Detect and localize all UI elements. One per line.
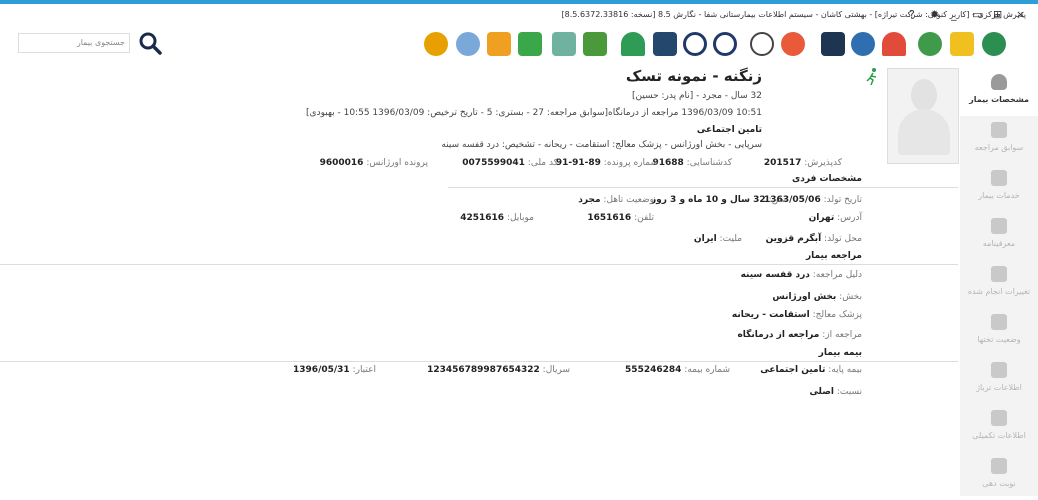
sidebar-item-patient-info[interactable]: مشخصات بیمار — [960, 64, 1038, 116]
sidebar-item-label: وضعیت تختها — [977, 335, 1021, 344]
file-number: شماره پرونده: 89-91-91 — [555, 158, 658, 168]
close-button[interactable]: × — [1016, 8, 1025, 21]
shield-icon — [991, 218, 1007, 234]
sidebar-item-changes[interactable]: تغییرات انجام شده — [960, 256, 1038, 308]
nationality: ملیت: ایران — [693, 234, 742, 244]
add-user-icon[interactable] — [982, 32, 1006, 56]
insurance-relation: نسبت: اصلی — [809, 387, 862, 397]
toolbar: جستجوی بیمار — [0, 26, 1038, 62]
link-icon[interactable] — [851, 32, 875, 56]
sidebar-item-label: خدمات بیمار — [978, 191, 1020, 200]
book-icon — [991, 122, 1007, 138]
reception-id: کدپذیرش: 201517 — [763, 158, 842, 168]
edit-icon — [991, 410, 1007, 426]
avatar-body — [898, 109, 950, 155]
ambulance-icon[interactable] — [882, 32, 906, 56]
ward-line: سرپایی - بخش اورژانس - پزشک معالج: استقا… — [441, 140, 762, 150]
sidebar-item-services[interactable]: خدمات بیمار — [960, 160, 1038, 212]
sidebar-item-label: مشخصات بیمار — [969, 95, 1029, 104]
sidebar-item-visit-history[interactable]: سوابق مراجعه — [960, 112, 1038, 164]
sidebar-item-label: تغییرات انجام شده — [967, 287, 1031, 296]
avatar-head — [911, 79, 937, 111]
sidebar-item-label: سوابق مراجعه — [974, 143, 1024, 152]
sidebar-item-beds[interactable]: وضعیت تختها — [960, 304, 1038, 356]
divider — [448, 187, 958, 188]
minimize-button[interactable]: _ — [951, 8, 957, 21]
pencil-icon[interactable] — [950, 32, 974, 56]
users-icon[interactable] — [918, 32, 942, 56]
address: آدرس: تهران — [808, 213, 862, 223]
title-bar: پذیرش مرکزی - [کاربر کنونی: شرکت تیراژه]… — [0, 4, 1038, 26]
baby-icon[interactable] — [750, 32, 774, 56]
visit-line: 10:51 1396/03/09 مراجعه از درمانگاه[سواب… — [306, 108, 762, 118]
sidebar-item-label: معرفینامه — [982, 239, 1016, 248]
shuffle-icon[interactable] — [487, 32, 511, 56]
codeshenasaei-id: کدشناسایی: 91688 — [652, 158, 732, 168]
sidebar-item-label: نوبت دهی — [982, 479, 1016, 488]
age: سن: 32 سال و 10 ماه و 3 روز — [650, 195, 786, 205]
document-icon — [991, 170, 1007, 186]
national-id: کد ملی: 0075599041 — [462, 158, 558, 168]
gear-icon[interactable] — [424, 32, 448, 56]
divider — [0, 264, 958, 265]
running-person-icon — [866, 68, 877, 86]
patient-photo[interactable] — [887, 68, 959, 164]
divider — [0, 361, 958, 362]
visit-ward: بخش: بخش اورژانس — [772, 292, 862, 302]
help-icon[interactable]: ? — [909, 8, 915, 21]
sidebar-item-appointments[interactable]: نوبت دهی — [960, 448, 1038, 500]
hat-icon — [991, 266, 1007, 282]
bar-chart-icon[interactable] — [583, 32, 607, 56]
calendar-icon — [991, 458, 1007, 474]
base-insurance: بیمه پایه: تامین اجتماعی — [760, 365, 862, 375]
sidebar-item-triage[interactable]: اطلاعات تریاژ — [960, 352, 1038, 404]
sidebar-item-extra-info[interactable]: اطلاعات تکمیلی — [960, 400, 1038, 452]
search-icon[interactable] — [138, 31, 162, 55]
visit-section-title: مراجعه بیمار — [805, 251, 862, 261]
camera-icon[interactable] — [821, 32, 845, 56]
settings-icon[interactable]: ✹ — [930, 8, 939, 21]
sidebar-item-label: اطلاعات تریاژ — [976, 383, 1022, 392]
restore-button[interactable]: ▭ — [972, 8, 982, 21]
sidebar-item-referral[interactable]: معرفینامه — [960, 208, 1038, 260]
birth-place: محل تولد: آبگرم قزوین — [765, 234, 862, 244]
maximize-button[interactable]: ⊞ — [993, 8, 1002, 21]
umbrella-icon[interactable] — [621, 32, 645, 56]
forward-icon[interactable] — [713, 32, 737, 56]
insurance-validity: اعتبار: 1396/05/31 — [293, 365, 376, 375]
mobile: موبایل: 4251616 — [460, 213, 534, 223]
sidebar: مشخصات بیمار سوابق مراجعه خدمات بیمار مع… — [960, 64, 1038, 496]
insurance-section-title: بیمه بیمار — [818, 348, 862, 358]
patient-info-panel: زنگنه - نمونه تسک 32 سال - مجرد - [نام پ… — [0, 64, 959, 496]
patient-summary: 32 سال - مجرد - [نام پدر: حسین] — [631, 91, 762, 101]
sidebar-item-label: اطلاعات تکمیلی — [972, 431, 1026, 440]
user-icon — [991, 74, 1007, 90]
chart-report-icon[interactable] — [552, 32, 576, 56]
patient-search-input[interactable]: جستجوی بیمار — [18, 33, 130, 53]
marital-status: وضعیت تاهل: مجرد — [578, 195, 654, 205]
patient-name: زنگنه - نمونه تسک — [625, 67, 762, 85]
visit-doctor: پزشک معالج: استقامت - ریحانه — [731, 310, 862, 320]
insurance-serial: سریال: 123456789987654322 — [427, 365, 570, 375]
insurance-name: تامین اجتماعی — [696, 125, 762, 135]
insurance-number: شماره بیمه: 555246284 — [625, 365, 730, 375]
back-icon[interactable] — [683, 32, 707, 56]
basket-icon[interactable] — [518, 32, 542, 56]
bed-icon — [991, 314, 1007, 330]
personal-section-title: مشخصات فردی — [791, 174, 862, 184]
medkit-icon — [991, 362, 1007, 378]
fingerprint-icon[interactable] — [456, 32, 480, 56]
er-file-number: پرونده اورژانس: 9600016 — [319, 158, 428, 168]
printer-icon[interactable] — [653, 32, 677, 56]
visit-from: مراجعه از: مراجعه از درمانگاه — [737, 330, 862, 340]
visit-reason: دلیل مراجعه: درد قفسه سینه — [740, 270, 862, 280]
clock-icon[interactable] — [781, 32, 805, 56]
phone: تلفن: 1651616 — [587, 213, 654, 223]
